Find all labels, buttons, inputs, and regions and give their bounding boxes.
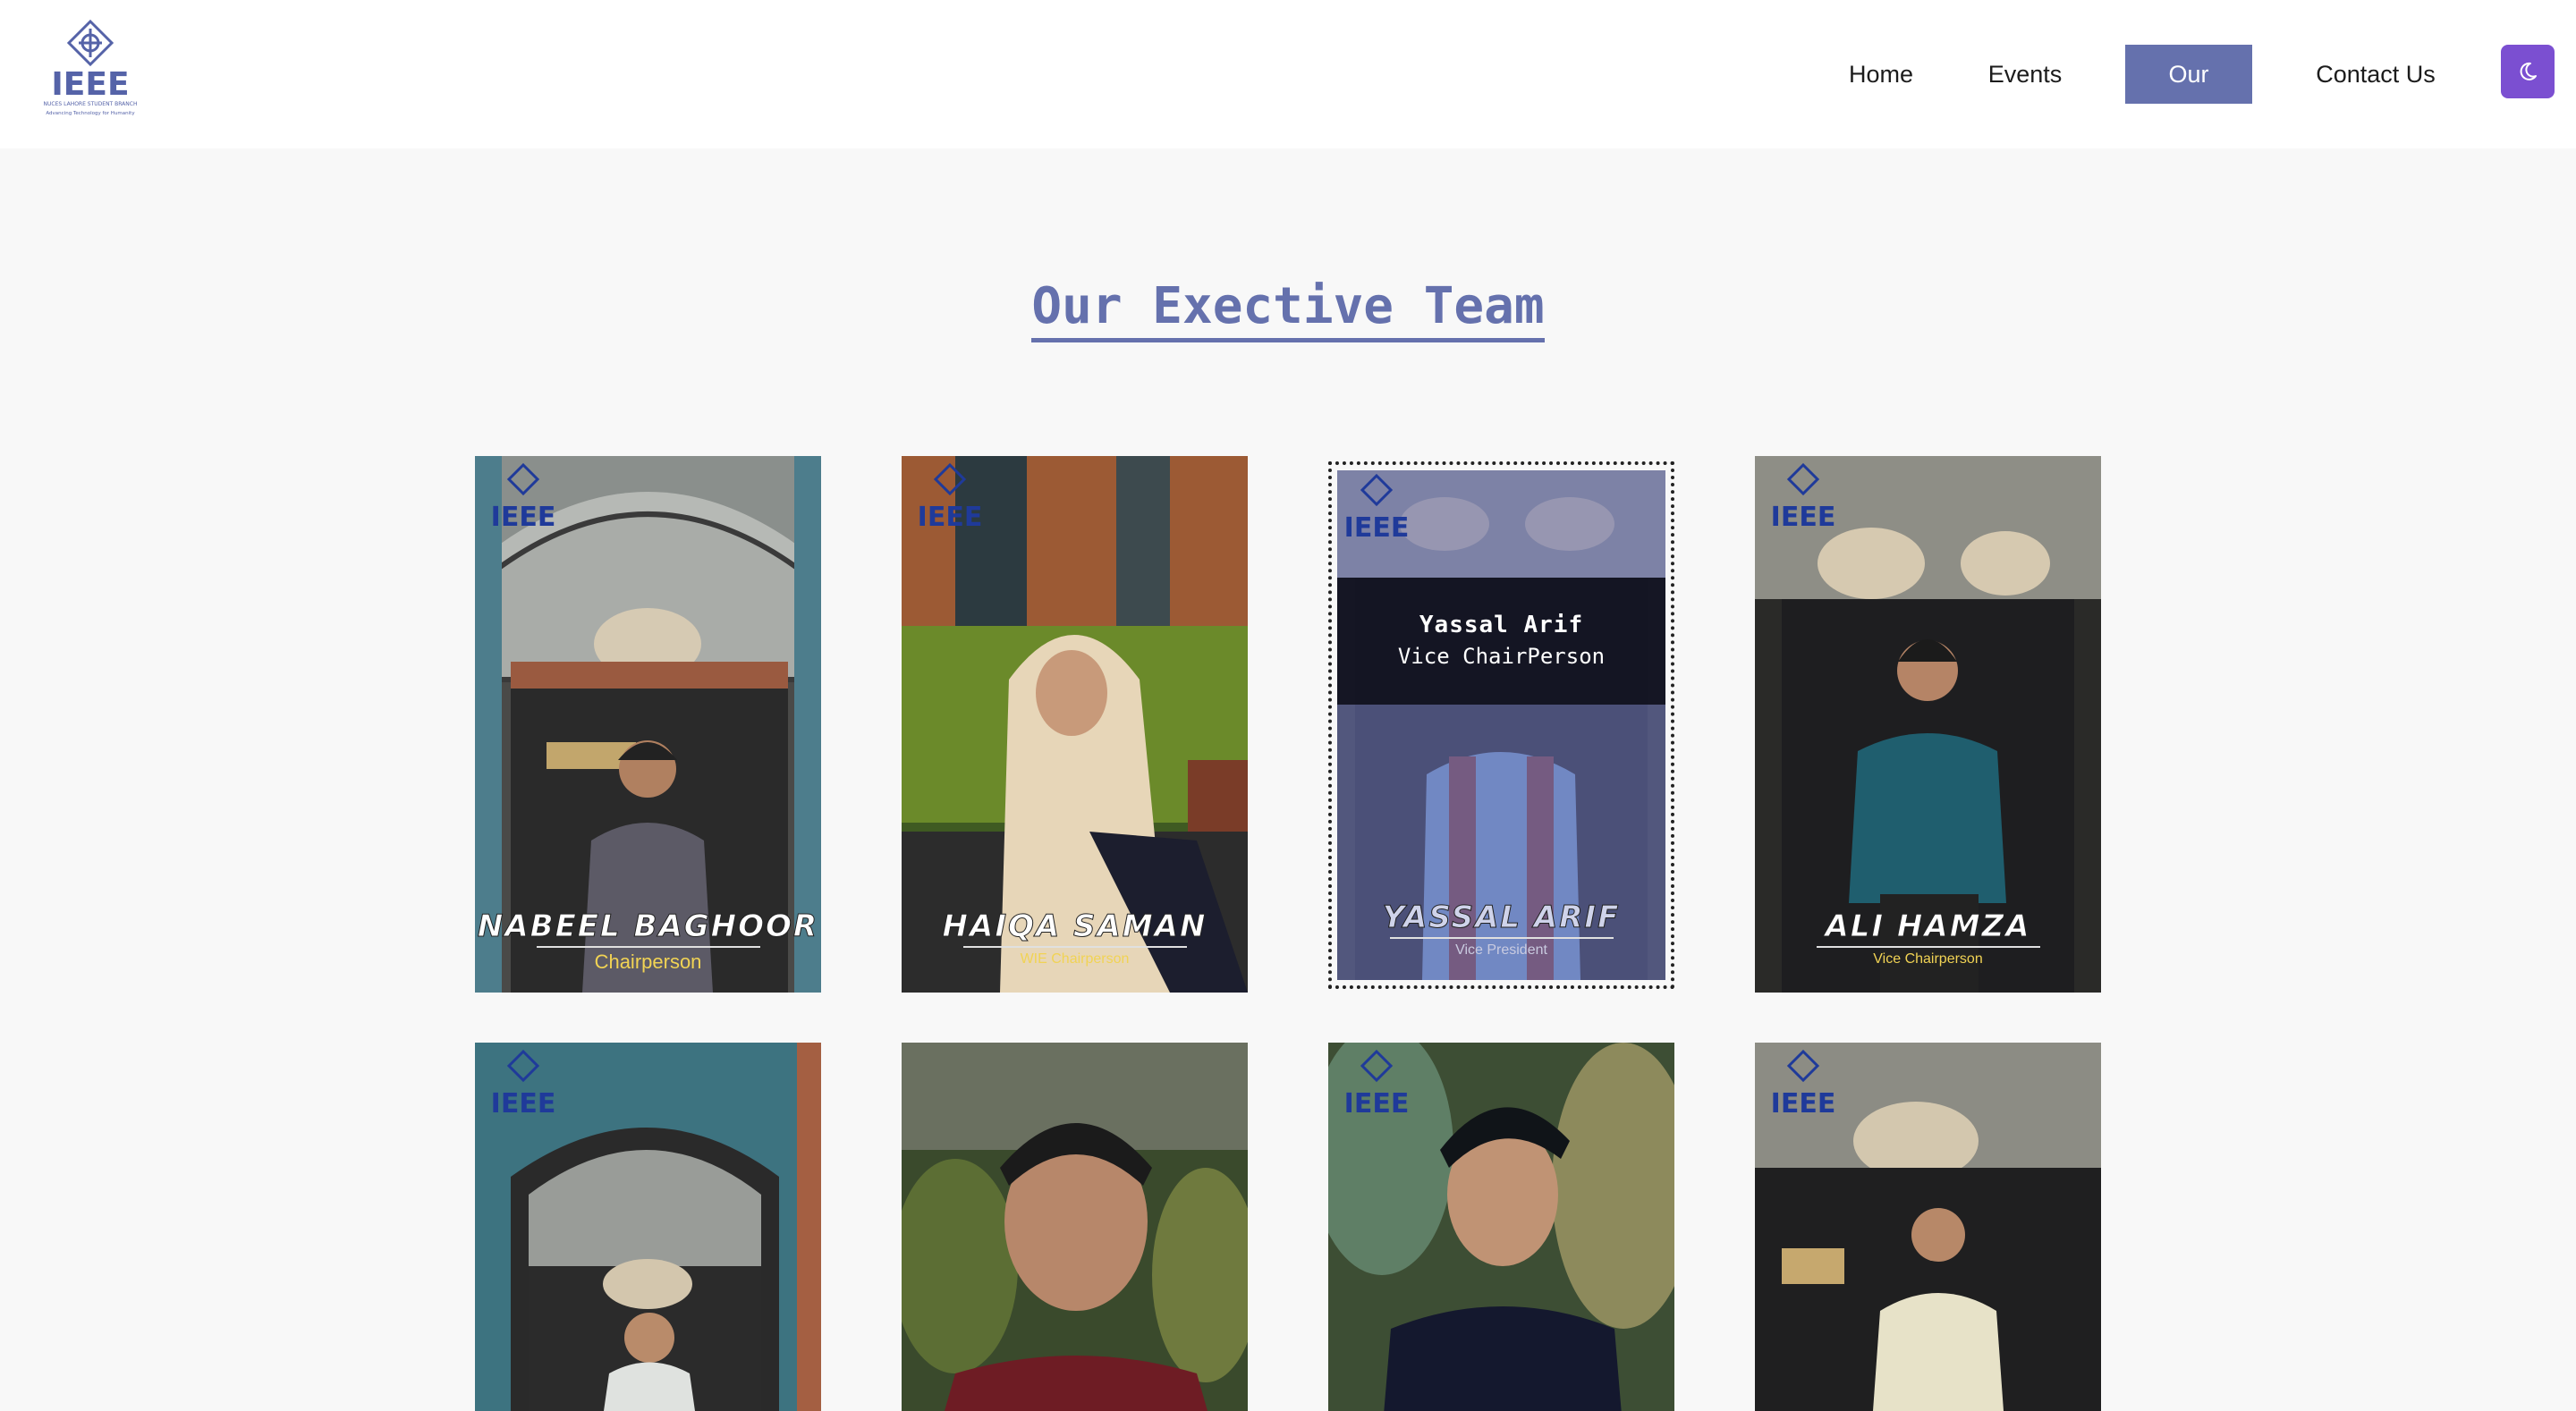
section-title: Our Exective Team [0, 277, 2576, 342]
team-card[interactable]: IEEE [1328, 1043, 1674, 1411]
nav-home[interactable]: Home [1848, 45, 1914, 104]
site-header: IEEE NUCES LAHORE STUDENT BRANCH Advanci… [0, 0, 2576, 148]
svg-text:IEEE: IEEE [51, 66, 129, 103]
svg-text:IEEE: IEEE [1344, 1088, 1410, 1120]
member-name: HAIQA SAMAN [942, 908, 1208, 945]
theme-toggle-button[interactable] [2501, 45, 2555, 98]
member-name: NABEEL BAGHOOR [477, 908, 819, 945]
hover-info-overlay: Yassal Arif Vice ChairPerson [1337, 578, 1665, 705]
ieee-logo[interactable]: IEEE NUCES LAHORE STUDENT BRANCH Advanci… [39, 19, 141, 118]
hover-member-name: Yassal Arif [1419, 612, 1584, 638]
ieee-watermark-icon: IEEE [1341, 1049, 1412, 1131]
ieee-watermark-icon: IEEE [487, 1049, 559, 1131]
svg-text:IEEE: IEEE [491, 502, 556, 533]
team-card[interactable]: IEEE [1755, 1043, 2101, 1411]
team-card[interactable] [902, 1043, 1248, 1411]
svg-text:IEEE: IEEE [918, 502, 983, 533]
ieee-watermark-icon: IEEE [1767, 462, 1839, 545]
team-card[interactable]: IEEE HAIQA SAMAN WIE Chairperson [902, 456, 1248, 993]
member-nameplate: ALI HAMZA Vice Chairperson [1755, 908, 2101, 967]
member-nameplate: YASSAL ARIF Vice President [1337, 900, 1665, 959]
moon-icon [2520, 62, 2537, 80]
nav-contact-us[interactable]: Contact Us [2315, 45, 2436, 104]
member-nameplate: NABEEL BAGHOOR Chairperson [475, 908, 821, 973]
ieee-watermark-icon: IEEE [1341, 473, 1412, 555]
member-role: WIE Chairperson [1020, 951, 1130, 967]
member-role: Chairperson [594, 951, 702, 973]
team-card[interactable]: IEEE [475, 1043, 821, 1411]
team-card-hovered[interactable]: IEEE Yassal Arif Vice ChairPerson YASSAL… [1328, 461, 1674, 989]
ieee-watermark-icon: IEEE [914, 462, 986, 545]
svg-text:IEEE: IEEE [1771, 502, 1836, 533]
member-role: Vice President [1455, 942, 1547, 958]
nav-our-team[interactable]: Our Team [2125, 45, 2252, 147]
svg-text:IEEE: IEEE [491, 1088, 556, 1120]
svg-text:IEEE: IEEE [1344, 512, 1410, 544]
svg-text:Advancing Technology for Human: Advancing Technology for Humanity [46, 111, 135, 116]
member-name: YASSAL ARIF [1382, 900, 1621, 936]
svg-text:IEEE: IEEE [1771, 1088, 1836, 1120]
ieee-watermark-icon: IEEE [1767, 1049, 1839, 1131]
member-role: Vice Chairperson [1873, 951, 1983, 967]
hover-member-role: Vice ChairPerson [1397, 644, 1606, 669]
member-photo [902, 1043, 1248, 1411]
nav-events[interactable]: Events [1987, 45, 2063, 104]
team-card[interactable]: IEEE NABEEL BAGHOOR Chairperson [475, 456, 821, 993]
svg-text:NUCES LAHORE STUDENT BRANCH: NUCES LAHORE STUDENT BRANCH [44, 101, 138, 107]
ieee-watermark-icon: IEEE [487, 462, 559, 545]
member-nameplate: HAIQA SAMAN WIE Chairperson [902, 908, 1248, 967]
member-name: ALI HAMZA [1825, 908, 2031, 945]
team-card[interactable]: IEEE ALI HAMZA Vice Chairperson [1755, 456, 2101, 993]
